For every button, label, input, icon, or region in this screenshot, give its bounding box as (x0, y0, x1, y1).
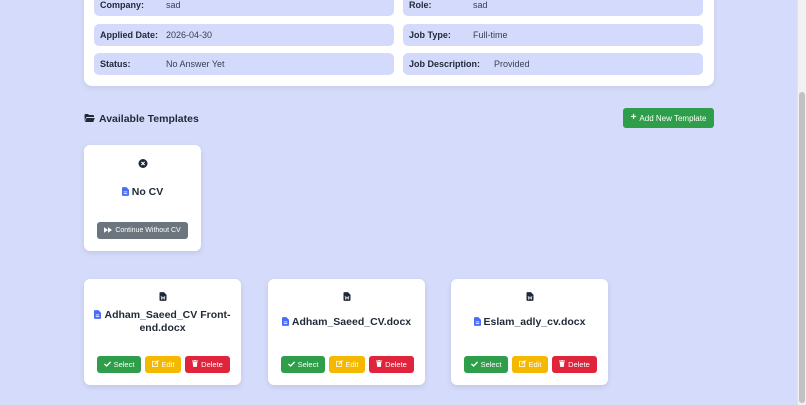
available-templates-heading: Available Templates (84, 112, 199, 126)
company-label: Company: (100, 0, 145, 10)
select-button[interactable]: Select (97, 356, 141, 373)
trash-icon (376, 360, 383, 369)
job-description-label: Job Description: (409, 59, 481, 69)
edit-label: Edit (528, 360, 542, 369)
template-actions: Select Edit Delete (97, 356, 230, 373)
edit-icon (151, 360, 159, 369)
template-title-text: Eslam_adly_cv.docx (483, 316, 586, 328)
vertical-scrollbar[interactable] (797, 0, 806, 405)
circle-x-icon (138, 159, 147, 168)
template-title: Adham_Saeed_CV Front-end.docx (94, 309, 231, 335)
check-icon (287, 360, 295, 369)
plus-icon: + (630, 112, 637, 123)
add-new-template-button[interactable]: + Add New Template (623, 108, 714, 128)
edit-button[interactable]: Edit (329, 356, 365, 373)
check-icon (470, 360, 478, 369)
edit-button[interactable]: Edit (512, 356, 548, 373)
template-actions: Select Edit Delete (281, 356, 414, 373)
job-description-field: Job Description: Provided (403, 53, 703, 75)
delete-label: Delete (385, 360, 407, 369)
select-button[interactable]: Select (281, 356, 325, 373)
fast-forward-icon (104, 226, 113, 235)
role-value: sad (473, 0, 488, 10)
file-icon (94, 310, 102, 319)
template-card: Adham_Saeed_CV.docx Select Edit Delete (268, 279, 425, 385)
status-label: Status: (100, 59, 131, 69)
applied-date-label: Applied Date: (100, 30, 159, 40)
file-icon (121, 187, 129, 196)
template-card: Eslam_adly_cv.docx Select Edit Delete (451, 279, 608, 385)
no-cv-title-text: No CV (131, 186, 164, 198)
continue-without-cv-label: Continue Without CV (115, 227, 181, 234)
trash-icon (192, 360, 199, 369)
job-type-field: Job Type: Full-time (403, 24, 703, 46)
edit-icon (518, 360, 526, 369)
continue-without-cv-button[interactable]: Continue Without CV (97, 222, 188, 239)
edit-label: Edit (161, 360, 175, 369)
delete-label: Delete (201, 360, 223, 369)
template-title: Eslam_adly_cv.docx (461, 316, 598, 329)
template-title-text: Adham_Saeed_CV Front-end.docx (104, 309, 231, 334)
delete-button[interactable]: Delete (369, 356, 414, 373)
select-label: Select (480, 360, 502, 369)
select-label: Select (113, 360, 135, 369)
template-actions: Select Edit Delete (464, 356, 597, 373)
select-label: Select (297, 360, 319, 369)
edit-button[interactable]: Edit (145, 356, 181, 373)
job-type-value: Full-time (473, 30, 508, 40)
delete-label: Delete (568, 360, 590, 369)
folder-open-icon (84, 113, 95, 126)
template-title: Adham_Saeed_CV.docx (278, 316, 415, 329)
status-field: Status: No Answer Yet (94, 53, 394, 75)
role-label: Role: (409, 0, 432, 10)
delete-button[interactable]: Delete (185, 356, 230, 373)
edit-label: Edit (345, 360, 359, 369)
add-new-template-label: Add New Template (639, 113, 707, 123)
applied-date-value: 2026-04-30 (166, 30, 213, 40)
delete-button[interactable]: Delete (552, 356, 597, 373)
status-value: No Answer Yet (166, 59, 225, 69)
scrollbar-thumb[interactable] (799, 92, 805, 403)
no-cv-title: No CV (94, 186, 191, 199)
template-title-text: Adham_Saeed_CV.docx (291, 316, 412, 328)
word-file-icon (343, 292, 350, 301)
word-file-icon (526, 292, 533, 301)
company-value: sad (166, 0, 181, 10)
trash-icon (559, 360, 566, 369)
template-card: Adham_Saeed_CV Front-end.docx Select Edi… (84, 279, 241, 385)
edit-icon (335, 360, 343, 369)
file-icon (473, 317, 481, 326)
applied-date-field: Applied Date: 2026-04-30 (94, 24, 394, 46)
job-description-value: Provided (494, 59, 530, 69)
check-icon (103, 360, 111, 369)
select-button[interactable]: Select (464, 356, 508, 373)
section-title-text: Available Templates (99, 113, 199, 125)
application-details-card: Company: sad Role: sad Applied Date: 202… (84, 0, 714, 86)
file-icon (281, 317, 289, 326)
company-field: Company: sad (94, 0, 394, 16)
job-type-label: Job Type: (409, 30, 451, 40)
role-field: Role: sad (403, 0, 703, 16)
no-cv-card: No CV Continue Without CV (84, 145, 201, 251)
word-file-icon (159, 292, 166, 301)
